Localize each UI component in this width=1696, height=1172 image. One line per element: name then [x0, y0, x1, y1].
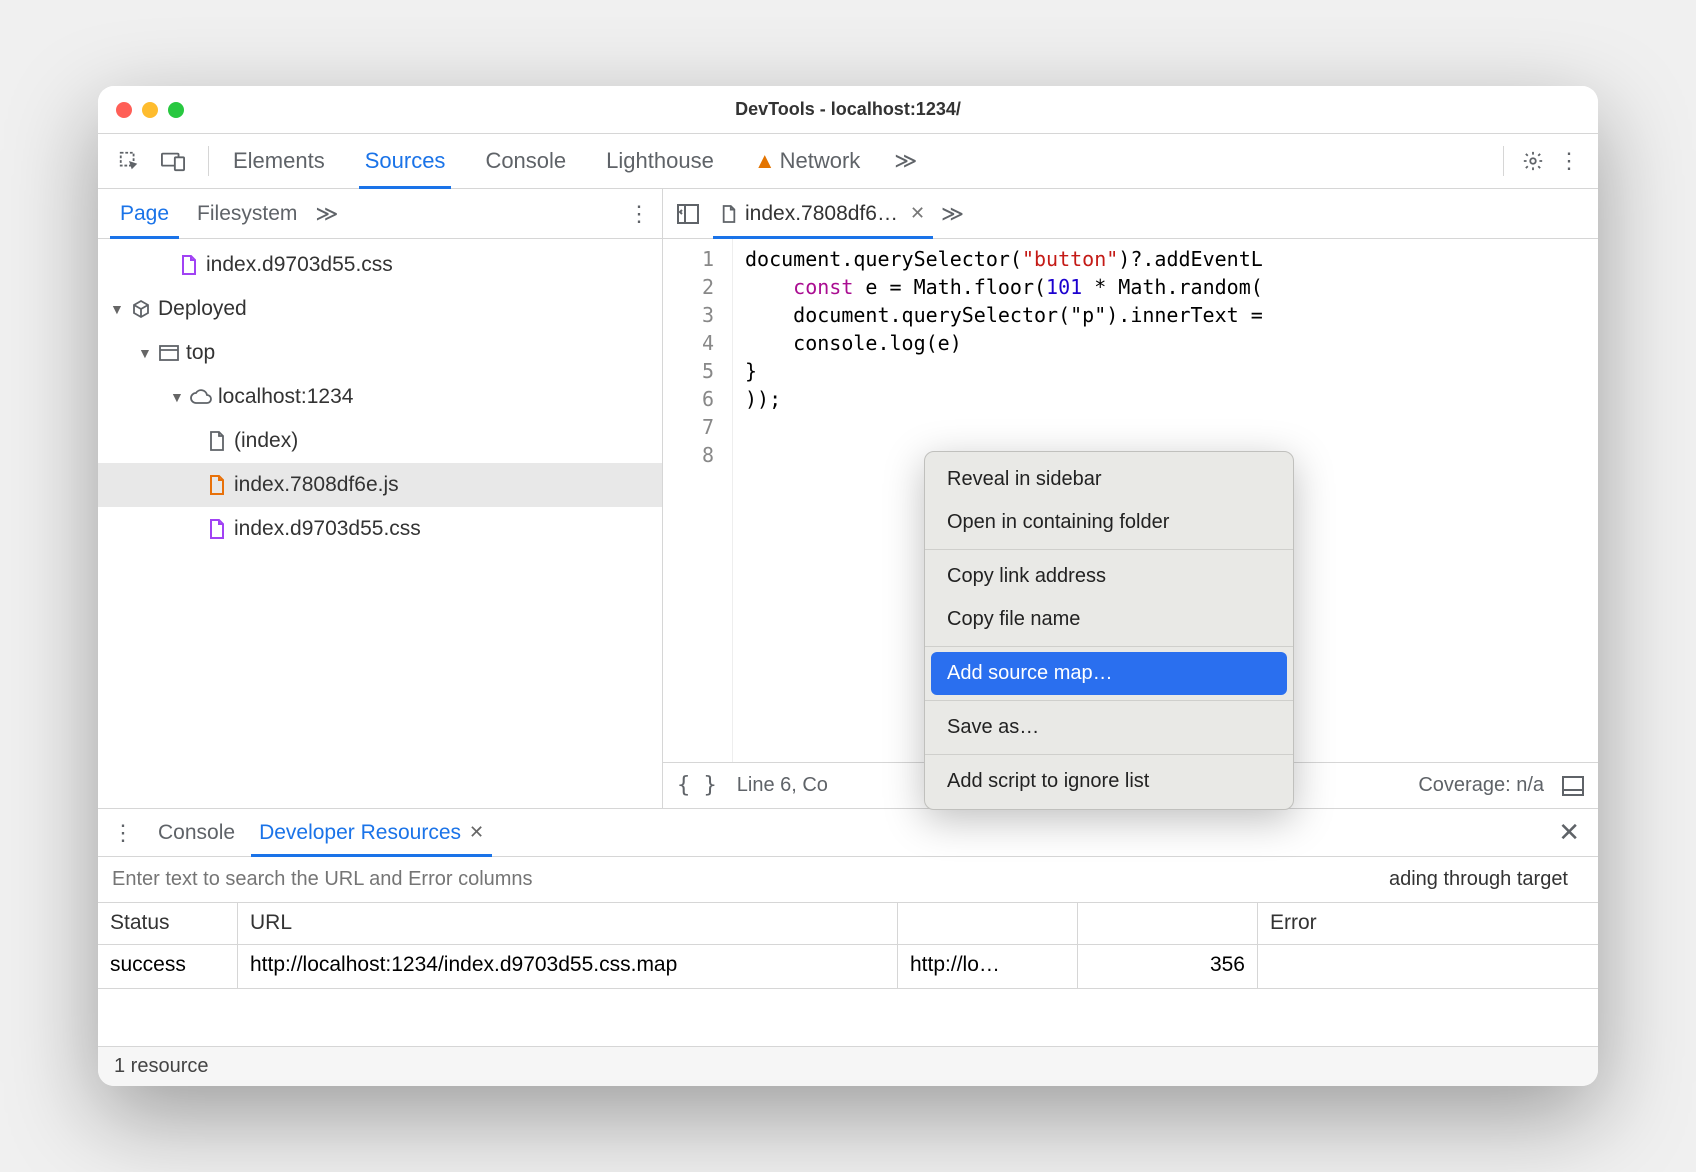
col-error[interactable]: Error: [1258, 903, 1598, 944]
separator: [925, 549, 1293, 550]
tree-item-deployed[interactable]: ▼ Deployed: [98, 287, 662, 331]
drawer-tabs: ⋮ Console Developer Resources ✕ ✕: [98, 809, 1598, 857]
warning-icon: ▲: [754, 148, 776, 174]
tree-item-label: index.d9703d55.css: [234, 517, 421, 541]
tree-item-label: top: [186, 341, 215, 365]
device-toggle-icon[interactable]: [156, 144, 190, 178]
drawer-tab-devres[interactable]: Developer Resources ✕: [247, 809, 496, 856]
tree-item-css[interactable]: index.d9703d55.css: [98, 243, 662, 287]
cm-open-containing-folder[interactable]: Open in containing folder: [925, 501, 1293, 544]
titlebar: DevTools - localhost:1234/: [98, 86, 1598, 134]
subtab-filesystem[interactable]: Filesystem: [183, 189, 311, 238]
resource-count: 1 resource: [114, 1055, 209, 1078]
table-header: Status URL Error: [98, 903, 1598, 945]
editor-tabs: index.7808df6… ✕ ≫: [663, 189, 1598, 239]
tree-item-host[interactable]: ▼ localhost:1234: [98, 375, 662, 419]
cm-copy-link-address[interactable]: Copy link address: [925, 555, 1293, 598]
frame-icon: [158, 342, 180, 364]
expand-arrow-icon: ▼: [138, 345, 152, 361]
tab-lighthouse[interactable]: Lighthouse: [600, 134, 720, 188]
document-icon: [206, 430, 228, 452]
drawer-footer: 1 resource: [98, 1046, 1598, 1086]
cm-add-source-map[interactable]: Add source map…: [931, 652, 1287, 695]
toggle-navigator-icon[interactable]: [671, 197, 705, 231]
table-row[interactable]: success http://localhost:1234/index.d970…: [98, 945, 1598, 989]
tabs-overflow-icon[interactable]: ≫: [894, 148, 917, 174]
separator: [925, 700, 1293, 701]
sidebar-toggle-icon[interactable]: [1562, 776, 1584, 796]
cursor-position: Line 6, Co: [737, 774, 828, 797]
tab-elements[interactable]: Elements: [227, 134, 331, 188]
tab-network[interactable]: ▲Network: [748, 134, 866, 188]
drawer-panel: ⋮ Console Developer Resources ✕ ✕ ading …: [98, 808, 1598, 1086]
tree-item-label: index.d9703d55.css: [206, 253, 393, 277]
inspect-element-icon[interactable]: [112, 144, 146, 178]
settings-gear-icon[interactable]: [1516, 144, 1550, 178]
expand-arrow-icon: ▼: [170, 389, 184, 405]
cm-reveal-in-sidebar[interactable]: Reveal in sidebar: [925, 458, 1293, 501]
cell-error: [1258, 945, 1598, 988]
window-title: DevTools - localhost:1234/: [98, 99, 1598, 120]
tree-item-label: Deployed: [158, 297, 247, 321]
js-file-icon: [206, 474, 228, 496]
tree-item-index[interactable]: (index): [98, 419, 662, 463]
css-file-icon: [206, 518, 228, 540]
file-tree: index.d9703d55.css ▼ Deployed ▼ top ▼ lo…: [98, 239, 662, 808]
divider: [1503, 146, 1504, 176]
tree-item-label: (index): [234, 429, 298, 453]
navigator-panel: Page Filesystem ≫ ⋮ index.d9703d55.css ▼…: [98, 189, 663, 808]
close-drawer-icon[interactable]: ✕: [1550, 817, 1588, 848]
cloud-icon: [190, 386, 212, 408]
cell-initiator: http://lo…: [898, 945, 1078, 988]
load-through-label: ading through target: [1389, 868, 1584, 891]
main-content: Page Filesystem ≫ ⋮ index.d9703d55.css ▼…: [98, 189, 1598, 808]
js-file-icon: [721, 205, 737, 223]
resources-table: Status URL Error success http://localhos…: [98, 903, 1598, 1046]
divider: [208, 146, 209, 176]
devtools-window: DevTools - localhost:1234/ Elements Sour…: [98, 86, 1598, 1086]
coverage-status: Coverage: n/a: [1418, 774, 1544, 797]
cm-save-as[interactable]: Save as…: [925, 706, 1293, 749]
tab-console[interactable]: Console: [479, 134, 572, 188]
line-gutter: 1 2 3 4 5 6 7 8: [663, 239, 733, 762]
col-url[interactable]: URL: [238, 903, 898, 944]
main-toolbar: Elements Sources Console Lighthouse ▲Net…: [98, 134, 1598, 189]
editor-tab-label: index.7808df6…: [745, 202, 898, 226]
expand-arrow-icon: ▼: [110, 301, 124, 317]
css-file-icon: [178, 254, 200, 276]
cm-add-ignore-list[interactable]: Add script to ignore list: [925, 760, 1293, 803]
cm-copy-file-name[interactable]: Copy file name: [925, 598, 1293, 641]
editor-tabs-overflow-icon[interactable]: ≫: [941, 201, 964, 227]
navigator-tabs: Page Filesystem ≫ ⋮: [98, 189, 662, 239]
col-status[interactable]: Status: [98, 903, 238, 944]
drawer-more-icon[interactable]: ⋮: [108, 820, 138, 846]
col-initiator[interactable]: [898, 903, 1078, 944]
tree-item-top[interactable]: ▼ top: [98, 331, 662, 375]
col-size[interactable]: [1078, 903, 1258, 944]
tab-sources[interactable]: Sources: [359, 134, 452, 188]
tree-item-label: index.7808df6e.js: [234, 473, 399, 497]
panel-tabs: Elements Sources Console Lighthouse ▲Net…: [227, 134, 1485, 188]
tree-item-js[interactable]: index.7808df6e.js: [98, 463, 662, 507]
cell-url: http://localhost:1234/index.d9703d55.css…: [238, 945, 898, 988]
subtab-page[interactable]: Page: [106, 189, 183, 238]
drawer-tab-console[interactable]: Console: [146, 809, 247, 856]
more-menu-icon[interactable]: ⋮: [1554, 144, 1584, 178]
pretty-print-icon[interactable]: { }: [677, 773, 717, 798]
search-input[interactable]: [112, 868, 1389, 891]
editor-tab[interactable]: index.7808df6… ✕: [713, 189, 933, 238]
separator: [925, 646, 1293, 647]
subtabs-overflow-icon[interactable]: ≫: [315, 201, 338, 227]
navigator-more-icon[interactable]: ⋮: [624, 201, 654, 227]
close-tab-icon[interactable]: ✕: [469, 822, 484, 843]
tree-item-label: localhost:1234: [218, 385, 353, 409]
cell-status: success: [98, 945, 238, 988]
context-menu: Reveal in sidebar Open in containing fol…: [924, 451, 1294, 810]
search-row: ading through target: [98, 857, 1598, 903]
tree-item-css2[interactable]: index.d9703d55.css: [98, 507, 662, 551]
cube-icon: [130, 298, 152, 320]
separator: [925, 754, 1293, 755]
cell-size: 356: [1078, 945, 1258, 988]
close-tab-icon[interactable]: ✕: [910, 203, 925, 224]
